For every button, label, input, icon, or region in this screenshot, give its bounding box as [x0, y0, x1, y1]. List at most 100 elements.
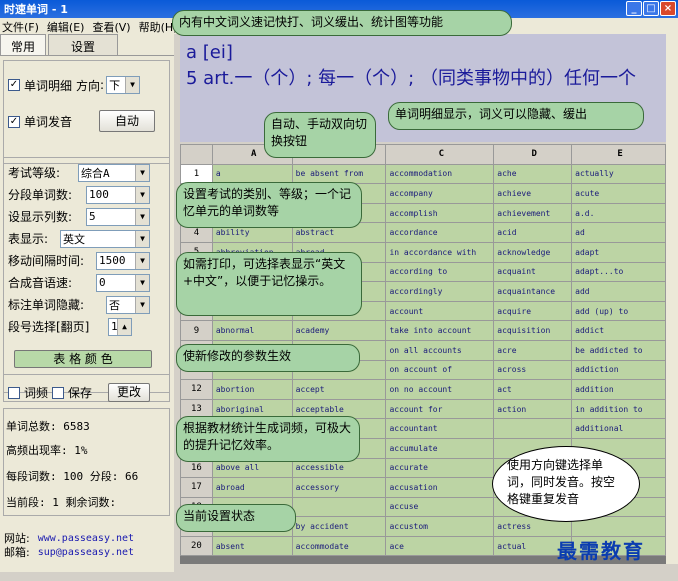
- tab-settings[interactable]: 设置: [48, 34, 119, 55]
- change-button[interactable]: 更改: [108, 383, 150, 402]
- interval-select[interactable]: 1500 ▼: [96, 251, 150, 270]
- column-header[interactable]: E: [571, 144, 666, 165]
- table-cell[interactable]: take into account: [385, 320, 495, 341]
- table-cell[interactable]: abnormal: [211, 320, 293, 341]
- direction-select[interactable]: 下 ▼: [106, 76, 141, 94]
- table-cell[interactable]: ace: [385, 535, 495, 557]
- table-cell[interactable]: accustom: [385, 516, 495, 537]
- table-cell[interactable]: [493, 418, 573, 439]
- table-cell[interactable]: be addicted to: [571, 339, 666, 361]
- table-cell[interactable]: acre: [493, 339, 573, 361]
- table-cell[interactable]: acknowledge: [493, 241, 573, 263]
- table-cell[interactable]: ad: [571, 222, 666, 243]
- table-display-select[interactable]: 英文 ▼: [60, 229, 150, 248]
- table-cell[interactable]: adapt: [571, 241, 666, 263]
- table-cell[interactable]: account for: [385, 398, 495, 420]
- table-cell[interactable]: actually: [571, 163, 666, 185]
- table-cell[interactable]: across: [493, 359, 573, 381]
- menu-view[interactable]: 查看(V): [90, 18, 136, 34]
- row-number[interactable]: 1: [180, 163, 213, 185]
- table-cell[interactable]: acute: [571, 183, 666, 204]
- table-cell[interactable]: on no account: [385, 379, 495, 400]
- table-cell[interactable]: achievement: [493, 202, 573, 224]
- site-link[interactable]: www.passeasy.net: [38, 533, 134, 544]
- column-header[interactable]: [180, 144, 213, 165]
- table-cell[interactable]: accompany: [385, 183, 495, 204]
- table-cell[interactable]: accommodate: [291, 535, 387, 557]
- row-number[interactable]: 20: [180, 535, 213, 557]
- table-cell[interactable]: on account of: [385, 359, 495, 381]
- table-cell[interactable]: accomplish: [385, 202, 495, 224]
- table-cell[interactable]: acquisition: [493, 320, 573, 341]
- table-cell[interactable]: action: [493, 398, 573, 420]
- word-detail-checkbox[interactable]: ✓: [8, 79, 20, 91]
- table-cell[interactable]: acquire: [493, 300, 573, 322]
- hide-select[interactable]: 否 ▼: [106, 295, 150, 314]
- table-cell[interactable]: academy: [291, 320, 387, 341]
- table-cell[interactable]: acquaint: [493, 261, 573, 283]
- minimize-button[interactable]: _: [626, 1, 642, 16]
- mail-link[interactable]: sup@passeasy.net: [38, 547, 134, 558]
- table-cell[interactable]: accordance: [385, 222, 495, 243]
- table-row[interactable]: 1 a be absent from accommodation ache actuall…: [180, 163, 666, 185]
- table-cell[interactable]: act: [493, 379, 573, 400]
- table-cell[interactable]: on all accounts: [385, 339, 495, 361]
- table-cell[interactable]: accumulate: [385, 437, 495, 459]
- exam-level-label: 考试等级:: [8, 166, 61, 180]
- table-cell[interactable]: according to: [385, 261, 495, 283]
- table-cell[interactable]: by accident: [291, 516, 387, 537]
- table-cell[interactable]: accessory: [291, 477, 387, 498]
- table-cell[interactable]: be absent from: [291, 163, 387, 185]
- table-cell[interactable]: addict: [571, 320, 666, 341]
- table-row[interactable]: 9 abnormal academy take into account acquisi…: [180, 320, 666, 341]
- table-cell[interactable]: a.d.: [571, 202, 666, 224]
- table-cell[interactable]: acquaintance: [493, 281, 573, 302]
- table-cell[interactable]: abortion: [211, 379, 293, 400]
- tab-common[interactable]: 常用: [0, 34, 47, 55]
- table-cell[interactable]: acid: [493, 222, 573, 243]
- table-cell[interactable]: addition: [571, 379, 666, 400]
- table-cell[interactable]: adapt...to: [571, 261, 666, 283]
- table-cell[interactable]: accordingly: [385, 281, 495, 302]
- column-header[interactable]: D: [493, 144, 573, 165]
- table-cell[interactable]: add (up) to: [571, 300, 666, 322]
- exam-level-select[interactable]: 综合A ▼: [78, 163, 150, 182]
- table-cell[interactable]: add: [571, 281, 666, 302]
- table-cell[interactable]: accurate: [385, 457, 495, 479]
- pronounce-checkbox[interactable]: ✓: [8, 115, 20, 128]
- segment-stepper[interactable]: 1 ▲: [108, 317, 132, 336]
- table-color-button[interactable]: 表 格 颜 色: [14, 350, 152, 368]
- table-row[interactable]: 12 abortion accept on no account act addition: [180, 379, 666, 400]
- auto-button[interactable]: 自动: [99, 110, 155, 132]
- columns-select[interactable]: 5 ▼: [86, 207, 150, 226]
- menu-edit[interactable]: 编辑(E): [45, 18, 91, 34]
- stat-per-seg: 每段词数: 100 分段: 66: [6, 470, 139, 483]
- table-cell[interactable]: in addition to: [571, 398, 666, 420]
- row-number[interactable]: 12: [180, 379, 213, 400]
- row-number[interactable]: 9: [180, 320, 213, 341]
- freq-checkbox[interactable]: [8, 386, 20, 399]
- row-number[interactable]: 17: [180, 477, 213, 498]
- save-checkbox[interactable]: [52, 386, 65, 399]
- table-cell[interactable]: absent: [211, 535, 293, 557]
- table-cell[interactable]: ache: [493, 163, 573, 185]
- table-cell[interactable]: a: [211, 163, 293, 185]
- table-cell[interactable]: accuse: [385, 496, 495, 518]
- table-cell[interactable]: addiction: [571, 359, 666, 381]
- table-cell[interactable]: accusation: [385, 477, 495, 498]
- table-cell[interactable]: [291, 496, 387, 518]
- maximize-button[interactable]: □: [643, 1, 659, 16]
- table-cell[interactable]: in accordance with: [385, 241, 495, 263]
- words-per-seg-select[interactable]: 100 ▼: [86, 185, 150, 204]
- table-cell[interactable]: accommodation: [385, 163, 495, 185]
- close-button[interactable]: ×: [660, 1, 676, 16]
- column-header[interactable]: C: [385, 144, 495, 165]
- table-cell[interactable]: additional: [571, 418, 666, 439]
- table-cell[interactable]: abroad: [211, 477, 293, 498]
- table-cell[interactable]: accept: [291, 379, 387, 400]
- menu-file[interactable]: 文件(F): [0, 18, 45, 34]
- table-cell[interactable]: account: [385, 300, 495, 322]
- table-cell[interactable]: accountant: [385, 418, 495, 439]
- speed-select[interactable]: 0 ▼: [96, 273, 150, 292]
- table-cell[interactable]: achieve: [493, 183, 573, 204]
